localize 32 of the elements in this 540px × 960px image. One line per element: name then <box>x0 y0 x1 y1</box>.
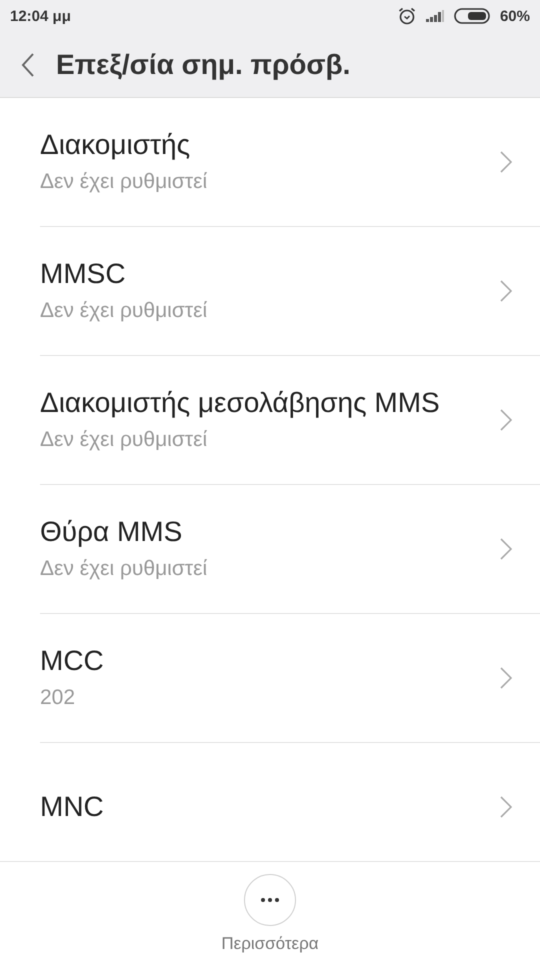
back-icon[interactable] <box>20 52 36 78</box>
setting-row[interactable]: Θύρα MMS Δεν έχει ρυθμιστεί <box>40 485 540 614</box>
chevron-icon <box>500 280 512 302</box>
setting-title: MNC <box>40 790 105 824</box>
setting-value: Δεν έχει ρυθμιστεί <box>40 298 208 324</box>
more-label: Περισσότερα <box>221 934 319 954</box>
setting-row[interactable]: MCC 202 <box>40 614 540 743</box>
setting-title: Διακομιστής <box>40 128 192 162</box>
setting-value: 202 <box>40 685 76 711</box>
more-icon <box>261 898 279 902</box>
setting-row[interactable]: Διακομιστής Δεν έχει ρυθμιστεί <box>40 98 540 227</box>
setting-value: Δεν έχει ρυθμιστεί <box>40 169 208 195</box>
page-title: Επεξ/σία σημ. πρόσβ. <box>56 48 350 80</box>
setting-title: Θύρα MMS <box>40 515 184 549</box>
chevron-icon <box>500 796 512 818</box>
setting-title: MCC <box>40 644 105 678</box>
setting-title: MMSC <box>40 257 127 291</box>
signal-icon <box>426 10 444 22</box>
setting-row[interactable]: Διακομιστής μεσολάβησης MMS Δεν έχει ρυθμιστεί <box>40 356 540 485</box>
chevron-icon <box>500 151 512 173</box>
status-time: 12:04 μμ <box>10 8 71 24</box>
setting-row[interactable]: MMSC Δεν έχει ρυθμιστεί <box>40 227 540 356</box>
battery-icon <box>454 8 490 24</box>
setting-value: Δεν έχει ρυθμιστεί <box>40 427 208 453</box>
chevron-icon <box>500 667 512 689</box>
setting-title: Διακομιστής μεσολάβησης MMS <box>40 386 441 420</box>
setting-value: Δεν έχει ρυθμιστεί <box>40 556 208 582</box>
alarm-icon <box>398 7 416 25</box>
setting-row[interactable]: MNC <box>40 743 540 861</box>
chevron-icon <box>500 538 512 560</box>
chevron-icon <box>500 409 512 431</box>
battery-percent: 60% <box>500 8 530 24</box>
